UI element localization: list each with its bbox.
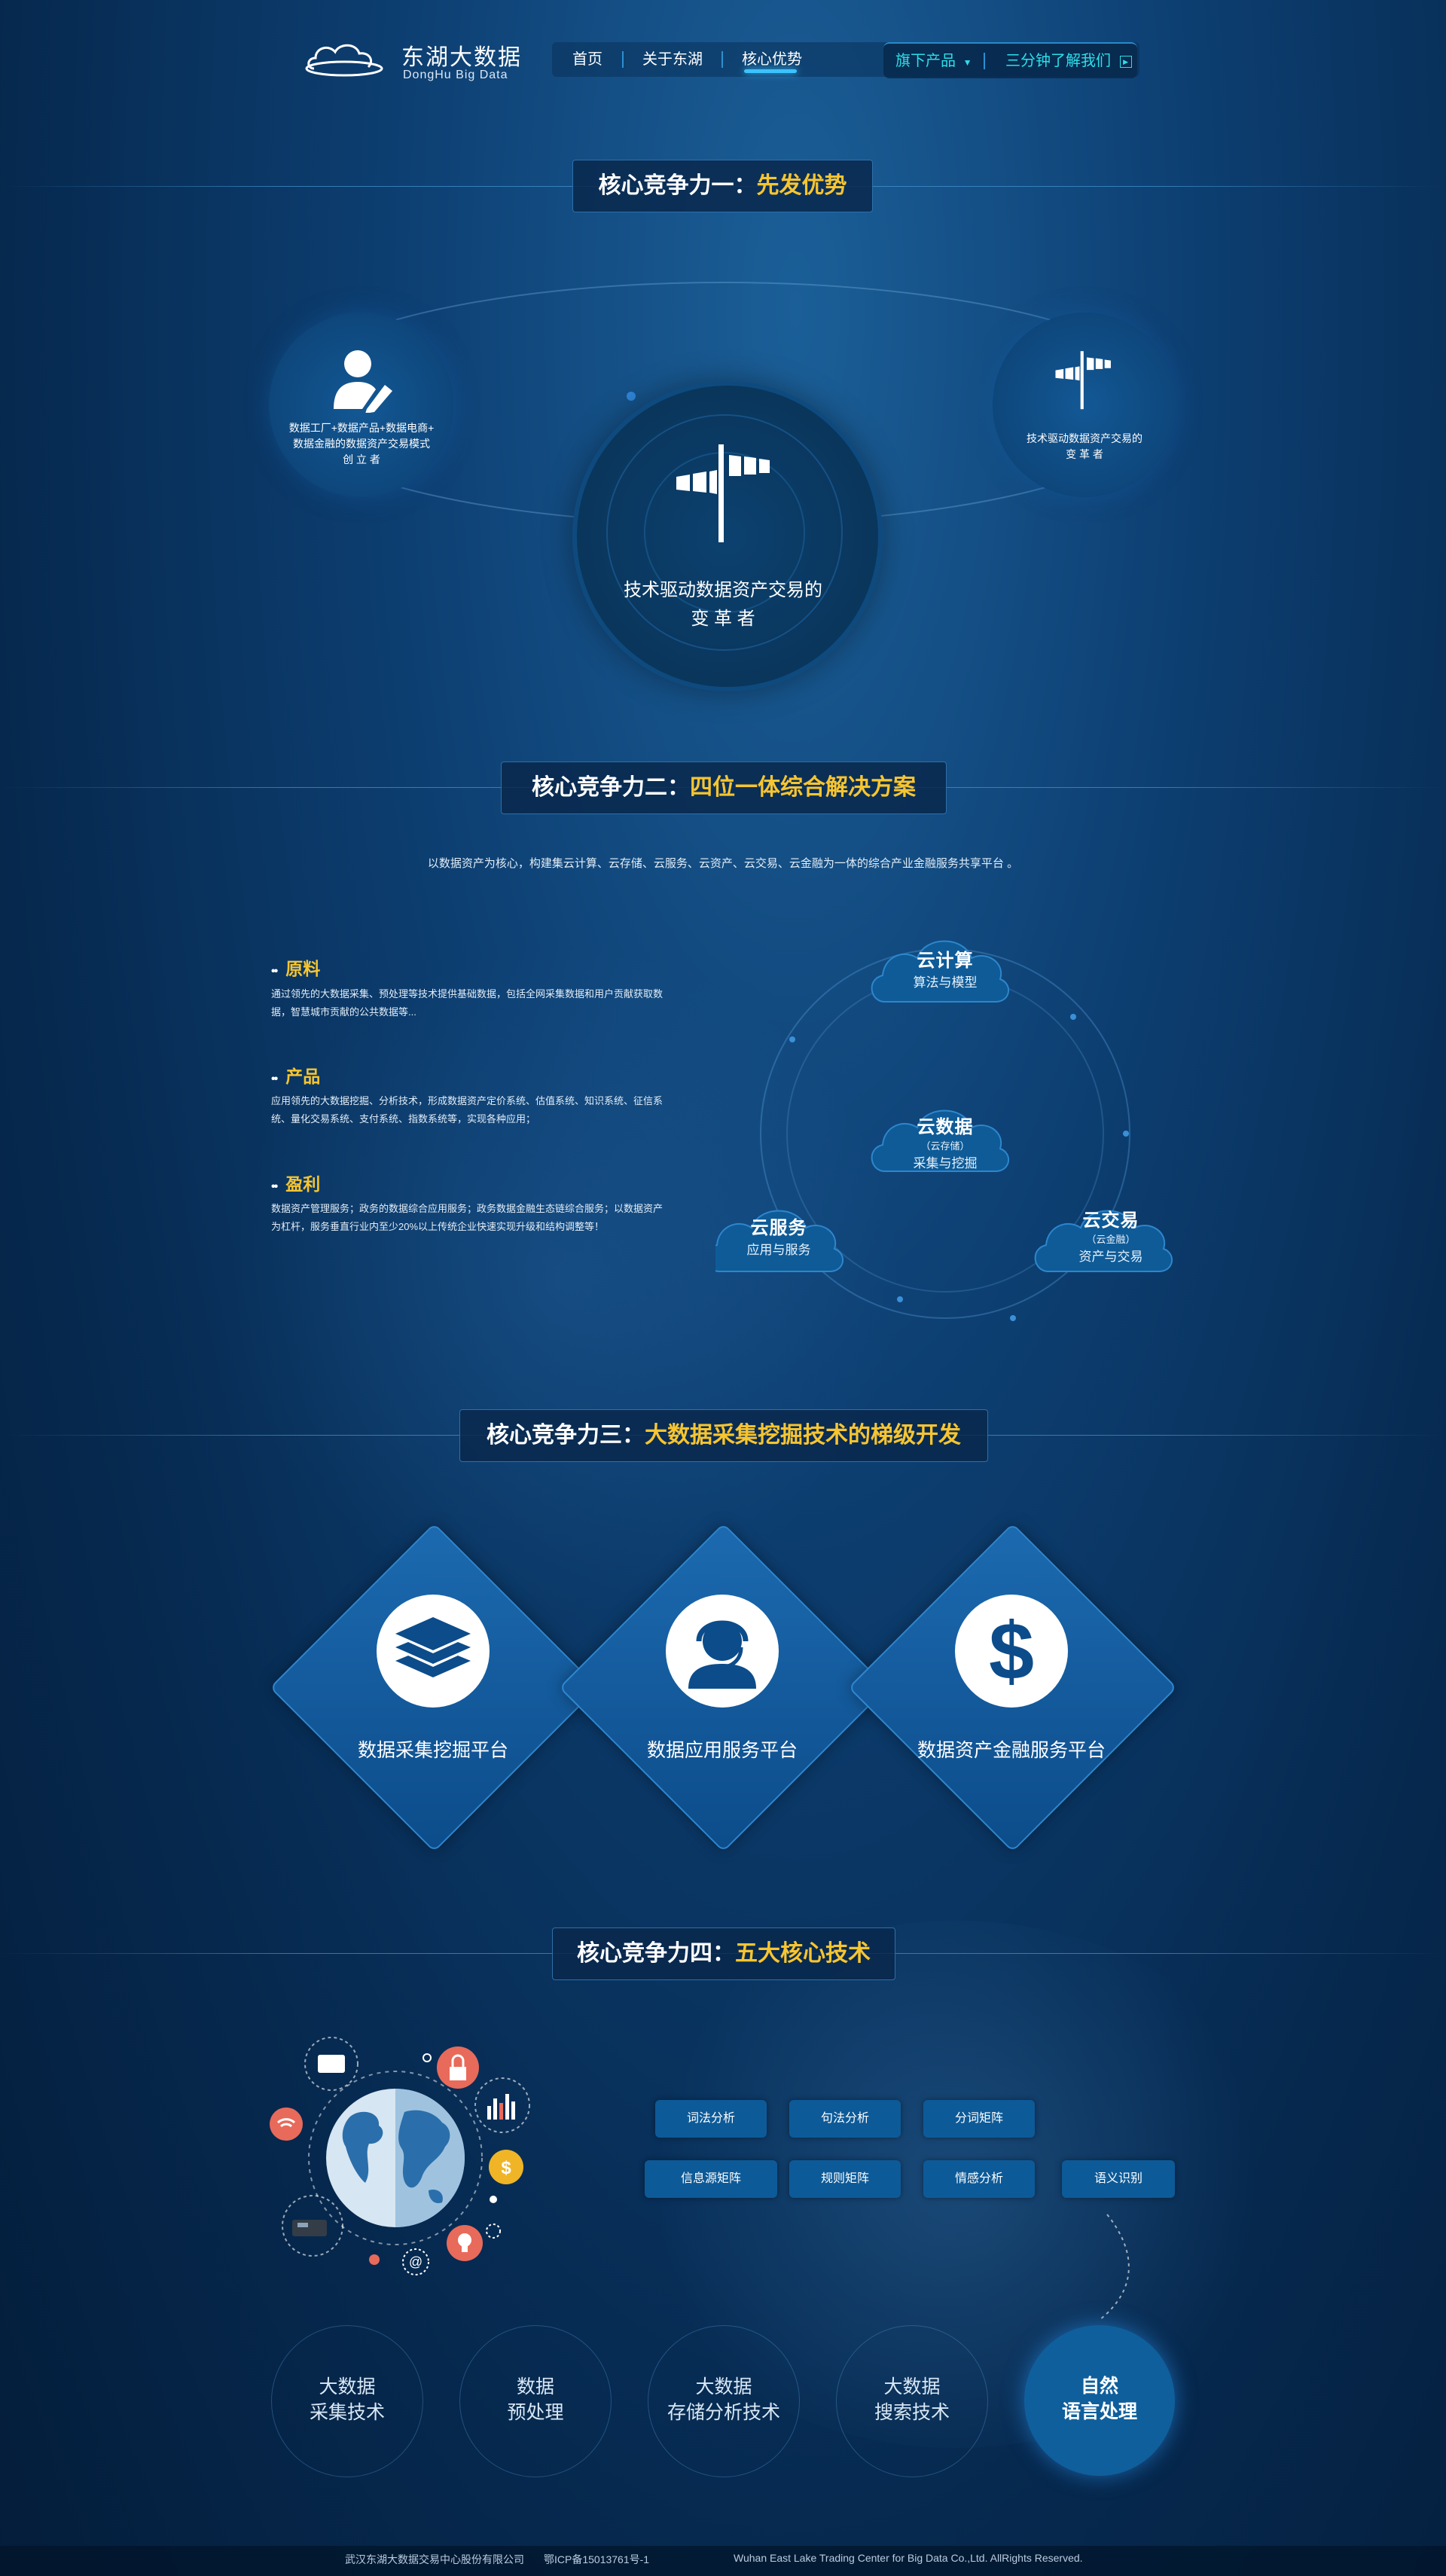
tech-tag[interactable]: 句法分析	[789, 2100, 901, 2138]
svg-text:@: @	[409, 2254, 423, 2269]
flag-icon	[1055, 351, 1111, 410]
svg-text:$: $	[989, 1605, 1034, 1696]
site-footer	[0, 2546, 1446, 2576]
cloud-compute: 云计算 算法与模型	[913, 951, 978, 990]
section4-title: 核心竞争力四：五大核心技术	[552, 1927, 895, 1980]
tech-circle-search[interactable]: 大数据 搜索技术	[836, 2325, 988, 2477]
dotted-connector	[1099, 2214, 1130, 2321]
feature-text: 通过领先的大数据采集、预处理等技术提供基础数据，包括全网采集数据和用户贡献获取数…	[271, 988, 664, 1018]
feature-title: •• 盈利	[271, 1174, 321, 1194]
cloud-service: 云服务 应用与服务	[746, 1218, 811, 1257]
bulb-icon	[447, 2225, 483, 2261]
device-icon	[282, 2195, 343, 2257]
feature-text: 数据资产管理服务；政务的数据综合应用服务；政务数据金融生态链综合服务；以数据资产…	[271, 1203, 664, 1232]
flag-icon	[676, 444, 770, 542]
feature-title: •• 原料	[271, 959, 321, 978]
bullet-icon: ••	[271, 1180, 278, 1193]
lock-icon	[437, 2046, 479, 2089]
footer-copyright: Wuhan East Lake Trading Center for Big D…	[734, 2552, 1083, 2564]
bullet-icon: ••	[271, 1073, 278, 1085]
customer-service-icon	[666, 1595, 779, 1708]
cloud-trade: 云交易 （云金融） 资产与交易	[1078, 1210, 1143, 1264]
person-edit-icon	[334, 350, 392, 413]
tech-circle-storage[interactable]: 大数据 存储分析技术	[648, 2325, 800, 2477]
tech-tag[interactable]: 分词矩阵	[923, 2100, 1035, 2138]
reformer-text: 技术驱动数据资产交易的 变 革 者	[1027, 432, 1142, 460]
tech-circle-nlp[interactable]: 自然 语言处理	[1024, 2325, 1175, 2476]
tech-circle-preprocessing[interactable]: 数据 预处理	[459, 2325, 612, 2477]
revolution-text: 技术驱动数据资产交易的 变 革 者	[624, 580, 822, 629]
feature-title: •• 产品	[271, 1067, 321, 1086]
tech-tag[interactable]: 情感分析	[923, 2160, 1035, 2198]
tech-tag[interactable]: 规则矩阵	[789, 2160, 901, 2198]
tech-circle-collection[interactable]: 大数据 采集技术	[271, 2325, 423, 2477]
feature-text: 应用领先的大数据挖掘、分析技术，形成数据资产定价系统、估值系统、知识系统、征信系…	[271, 1095, 664, 1125]
section2-title: 核心竞争力二：四位一体综合解决方案	[501, 762, 947, 814]
coin-icon: $	[489, 2150, 523, 2184]
platform-label: 数据应用服务平台	[646, 1740, 798, 1761]
wifi-icon	[270, 2107, 303, 2141]
tech-tag[interactable]: 词法分析	[655, 2100, 767, 2138]
bar-chart-icon	[474, 2077, 530, 2133]
tech-tag[interactable]: 语义识别	[1062, 2160, 1175, 2198]
tech-tag[interactable]: 信息源矩阵	[645, 2160, 777, 2198]
platform-label: 数据资产金融服务平台	[917, 1740, 1106, 1761]
founder-text: 数据工厂+数据产品+数据电商+ 数据金融的数据资产交易模式 创 立 者	[288, 422, 435, 465]
chat-icon	[304, 2037, 358, 2091]
footer-icp[interactable]: 鄂ICP备15013761号-1	[544, 2552, 649, 2567]
svg-text:$: $	[501, 2158, 511, 2178]
platform-label: 数据采集挖掘平台	[357, 1740, 508, 1761]
solution-intro: 以数据资产为核心，构建集云计算、云存储、云服务、云资产、云交易、云金融为一体的综…	[427, 857, 1019, 870]
bullet-icon: ••	[271, 965, 278, 978]
footer-company: 武汉东湖大数据交易中心股份有限公司	[345, 2553, 524, 2565]
layers-icon	[377, 1595, 490, 1708]
section3-title: 核心竞争力三：大数据采集挖掘技术的梯级开发	[459, 1409, 988, 1462]
dollar-icon: $	[955, 1595, 1068, 1708]
cloud-data: 云数据 （云存储） 采集与挖掘	[913, 1117, 978, 1170]
globe-network-illustration: $ @	[270, 2037, 530, 2275]
at-icon: @	[402, 2248, 429, 2275]
